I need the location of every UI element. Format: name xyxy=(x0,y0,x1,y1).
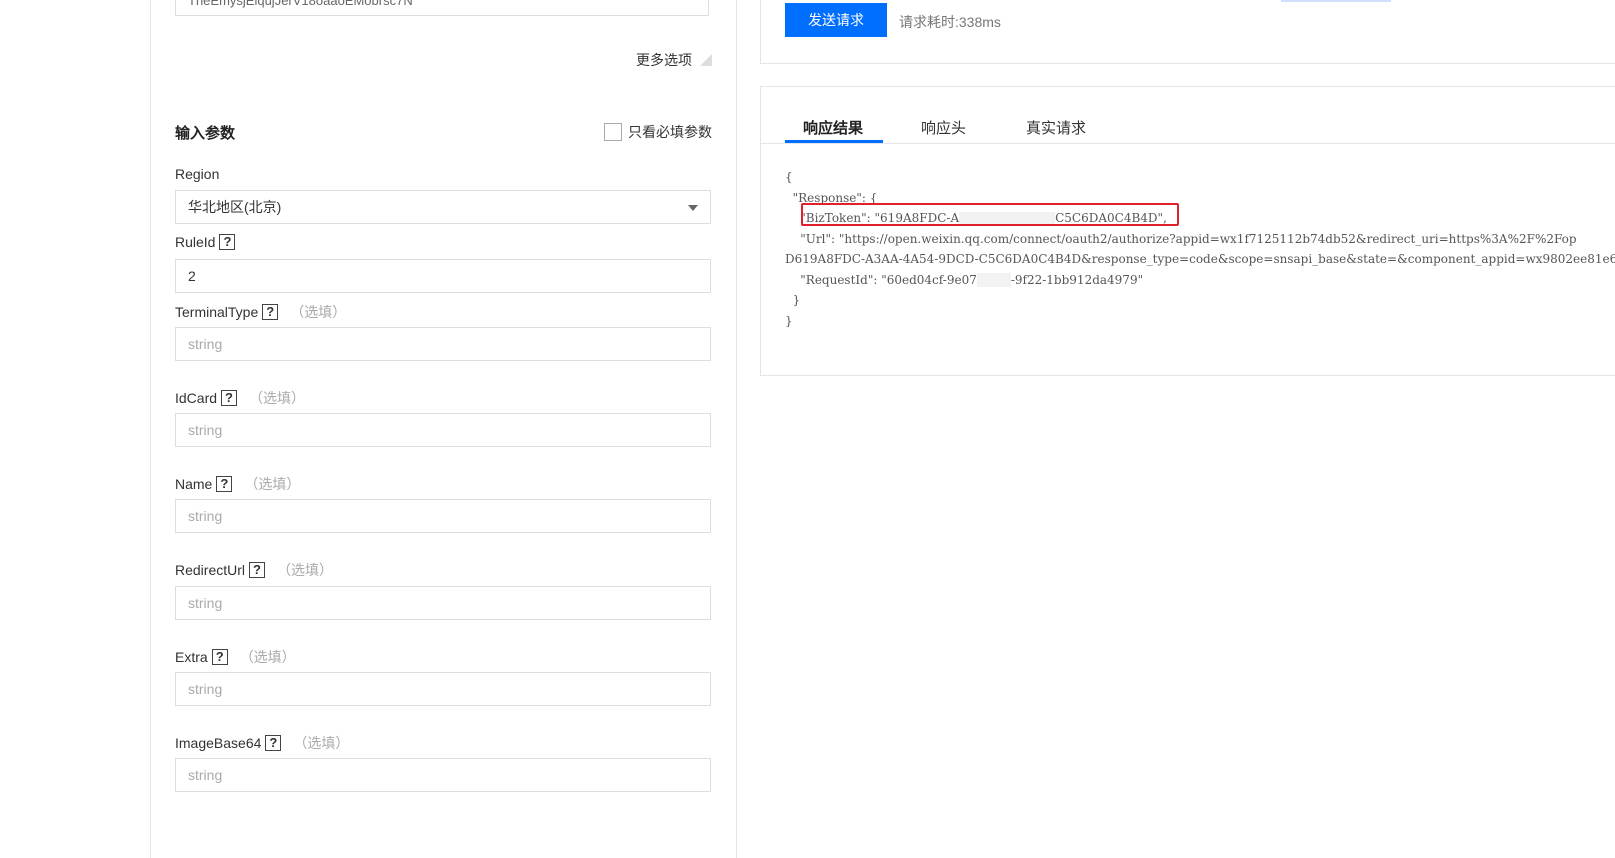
help-icon[interactable]: ? xyxy=(262,304,279,320)
label-text: Region xyxy=(175,166,220,182)
chevron-down-icon xyxy=(688,205,698,211)
label-text: ImageBase64 xyxy=(175,735,262,751)
optional-tag: （选填） xyxy=(277,562,334,578)
more-options-link[interactable]: 更多选项 xyxy=(636,50,692,70)
section-title: 输入参数 xyxy=(175,125,236,142)
label-text: TerminalType xyxy=(175,304,259,320)
required-only-checkbox[interactable] xyxy=(604,123,622,141)
idcard-input[interactable]: string xyxy=(175,413,711,447)
optional-tag: （选填） xyxy=(249,390,306,406)
help-icon[interactable]: ? xyxy=(219,234,236,250)
code-line: "Url": "https://open.weixin.qq.com/conne… xyxy=(785,231,1577,246)
help-icon[interactable]: ? xyxy=(211,649,228,665)
code-line: } xyxy=(785,313,793,328)
redirecturl-input[interactable]: string xyxy=(175,586,711,620)
label-text: RuleId xyxy=(175,234,216,250)
send-request-button[interactable]: 发送请求 xyxy=(785,3,887,37)
label-text: IdCard xyxy=(175,390,218,406)
label-text: Extra xyxy=(175,649,208,665)
field-label-extra: Extra ? （选填） xyxy=(175,647,296,667)
tab-real-request[interactable]: 真实请求 xyxy=(1026,117,1086,138)
code-line: } xyxy=(785,293,801,307)
request-toolbar: 发送请求 请求耗时:338ms xyxy=(760,0,1615,64)
optional-tag: （选填） xyxy=(239,649,296,665)
help-icon[interactable]: ? xyxy=(265,735,282,751)
code-line: -9f22-1bb912da4979" xyxy=(1010,272,1144,287)
response-panel: 响应结果 响应头 真实请求 { "Response": { "BizToken"… xyxy=(760,86,1615,376)
tab-response-headers[interactable]: 响应头 xyxy=(921,117,966,138)
field-label-region: Region xyxy=(175,166,219,182)
code-line: { xyxy=(785,170,793,184)
redacted-mask xyxy=(976,273,1011,287)
biztoken-highlight xyxy=(801,203,1179,226)
field-label-name: Name ? （选填） xyxy=(175,474,300,494)
response-json: { "Response": { "BizToken": "619A8FDC-A C… xyxy=(785,167,1615,331)
extra-input[interactable]: string xyxy=(175,672,711,706)
toolbar-link-underline xyxy=(1281,0,1391,2)
field-label-ruleid: RuleId ? xyxy=(175,234,236,250)
optional-tag: （选填） xyxy=(244,476,301,492)
required-only-toggle[interactable]: 只看必填参数 xyxy=(604,122,712,142)
region-select[interactable]: 华北地区(北京) xyxy=(175,190,711,224)
label-text: RedirectUrl xyxy=(175,562,246,578)
field-label-redirecturl: RedirectUrl ? （选填） xyxy=(175,560,333,580)
resize-handle-icon[interactable] xyxy=(700,54,712,66)
elapsed-time: 请求耗时:338ms xyxy=(899,14,1001,30)
field-label-imagebase64: ImageBase64 ? （选填） xyxy=(175,733,349,753)
optional-tag: （选填） xyxy=(290,304,347,320)
label-text: Name xyxy=(175,476,213,492)
code-line: "RequestId": "60ed04cf-9e07 xyxy=(785,272,977,287)
terminaltype-input[interactable]: string xyxy=(175,327,711,361)
imagebase64-input[interactable]: string xyxy=(175,758,711,792)
name-input[interactable]: string xyxy=(175,499,711,533)
tab-response-result[interactable]: 响应结果 xyxy=(803,117,863,138)
help-icon[interactable]: ? xyxy=(221,390,238,406)
required-only-label: 只看必填参数 xyxy=(628,124,712,140)
secret-key-input[interactable]: TheEmysjElqujJerV18oaaoEMobrsc7N xyxy=(175,0,709,16)
optional-tag: （选填） xyxy=(293,735,350,751)
help-icon[interactable]: ? xyxy=(249,562,266,578)
field-label-idcard: IdCard ? （选填） xyxy=(175,388,305,408)
region-value: 华北地区(北京) xyxy=(188,199,282,215)
field-label-terminaltype: TerminalType ? （选填） xyxy=(175,302,346,322)
help-icon[interactable]: ? xyxy=(216,476,233,492)
ruleid-input[interactable]: 2 xyxy=(175,259,711,293)
code-line: D619A8FDC-A3AA-4A54-9DCD-C5C6DA0C4B4D&re… xyxy=(785,252,1615,266)
input-params-panel: TheEmysjElqujJerV18oaaoEMobrsc7N 更多选项 输入… xyxy=(150,0,737,858)
response-tabs: 响应结果 响应头 真实请求 xyxy=(761,87,1615,144)
active-tab-indicator xyxy=(785,140,883,143)
